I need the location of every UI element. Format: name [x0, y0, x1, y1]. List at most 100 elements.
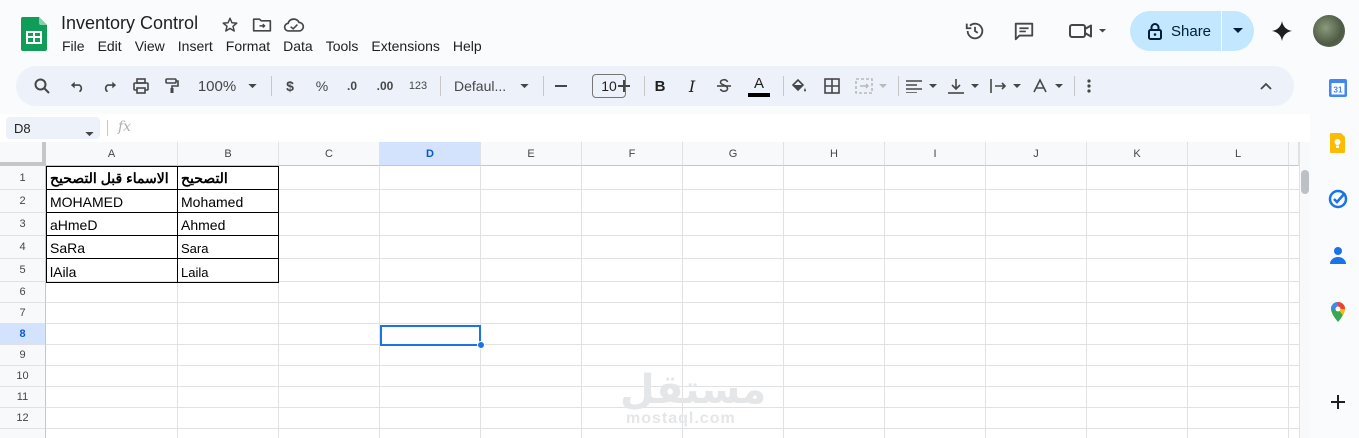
italic-button[interactable]: I [682, 66, 702, 106]
star-icon[interactable] [219, 14, 241, 36]
column-header-h[interactable]: H [784, 142, 885, 166]
account-avatar[interactable] [1313, 15, 1345, 47]
search-menus-icon[interactable] [30, 66, 54, 106]
move-folder-icon[interactable] [251, 14, 273, 36]
select-all-corner[interactable] [0, 142, 46, 166]
menu-edit[interactable]: Edit [98, 38, 122, 54]
cell-a2[interactable]: MOHAMED [46, 189, 178, 213]
font-dropdown-icon[interactable] [517, 66, 531, 106]
column-header-i[interactable]: I [885, 142, 986, 166]
spreadsheet-grid[interactable]: A B C D E F G H I J K L 1 2 3 4 5 6 7 8 … [0, 142, 1299, 438]
horizontal-align-icon[interactable] [904, 66, 940, 106]
contacts-icon[interactable] [1327, 244, 1349, 266]
zoom-dropdown-icon[interactable] [245, 66, 259, 106]
cell-a4[interactable]: SaRa [46, 235, 178, 259]
decrease-decimal-button[interactable]: .0 [342, 66, 362, 106]
column-header-d[interactable]: D [380, 142, 481, 166]
text-color-button[interactable]: A [746, 66, 772, 106]
keep-notes-icon[interactable] [1327, 132, 1349, 154]
collapse-menus-icon[interactable] [1254, 66, 1278, 106]
scrollbar-thumb[interactable] [1301, 170, 1309, 194]
bold-button[interactable]: B [650, 66, 670, 106]
row-header-5[interactable]: 5 [0, 259, 46, 282]
document-title[interactable]: Inventory Control [61, 13, 198, 34]
row-header-7[interactable]: 7 [0, 303, 46, 324]
active-cell-d8[interactable] [380, 325, 481, 346]
tasks-icon[interactable] [1327, 188, 1349, 210]
number-format-button[interactable]: 123 [406, 66, 430, 106]
column-header-c[interactable]: C [279, 142, 380, 166]
menu-format[interactable]: Format [226, 38, 270, 54]
version-history-icon[interactable] [963, 19, 987, 43]
column-header-k[interactable]: K [1087, 142, 1188, 166]
column-header-g[interactable]: G [683, 142, 784, 166]
row-header-11[interactable]: 11 [0, 387, 46, 408]
row-header-13[interactable] [0, 429, 46, 438]
share-dropdown-icon[interactable] [1222, 11, 1254, 51]
comments-icon[interactable] [1012, 19, 1036, 43]
cell-a1[interactable]: الاسماء قبل التصحيح [46, 166, 178, 190]
cell-a5[interactable]: lAila [46, 258, 178, 283]
row-header-9[interactable]: 9 [0, 345, 46, 366]
row-header-2[interactable]: 2 [0, 190, 46, 213]
menu-extensions[interactable]: Extensions [371, 38, 439, 54]
column-header-a[interactable]: A [46, 142, 178, 166]
row-header-3[interactable]: 3 [0, 213, 46, 236]
more-options-icon[interactable] [1079, 66, 1099, 106]
zoom-select[interactable]: 100% [194, 66, 240, 106]
row-header-8[interactable]: 8 [0, 324, 46, 345]
cell-b5[interactable]: Laila [177, 258, 279, 283]
calendar-icon[interactable]: 31 [1327, 77, 1349, 99]
percent-format-button[interactable]: % [312, 66, 332, 106]
cell-b3[interactable]: Ahmed [177, 212, 279, 236]
strikethrough-icon[interactable] [714, 66, 734, 106]
name-box-dropdown-icon[interactable] [85, 125, 94, 140]
row-header-10[interactable]: 10 [0, 366, 46, 387]
print-icon[interactable] [130, 66, 152, 106]
menu-file[interactable]: File [62, 38, 85, 54]
menu-insert[interactable]: Insert [178, 38, 213, 54]
merge-cells-icon[interactable] [854, 66, 890, 106]
vertical-align-icon[interactable] [946, 66, 982, 106]
gemini-sparkle-icon[interactable] [1270, 19, 1294, 43]
column-header-j[interactable]: J [986, 142, 1087, 166]
cell-b2[interactable]: Mohamed [177, 189, 279, 213]
fill-handle[interactable] [477, 341, 485, 349]
redo-icon[interactable] [98, 66, 120, 106]
column-header-b[interactable]: B [178, 142, 279, 166]
menu-data[interactable]: Data [283, 38, 313, 54]
name-box[interactable]: D8 [6, 117, 100, 139]
paint-format-icon[interactable] [161, 66, 183, 106]
decrease-font-size-icon[interactable] [551, 66, 571, 106]
add-addon-icon[interactable] [1327, 391, 1349, 413]
column-header-m[interactable] [1289, 142, 1299, 166]
undo-icon[interactable] [66, 66, 88, 106]
column-header-e[interactable]: E [481, 142, 582, 166]
increase-font-size-icon[interactable] [614, 66, 634, 106]
formula-input[interactable] [145, 118, 1295, 138]
font-family-select[interactable]: Defaul... [451, 66, 513, 106]
row-header-6[interactable]: 6 [0, 282, 46, 303]
borders-icon[interactable] [822, 66, 842, 106]
column-header-l[interactable]: L [1188, 142, 1289, 166]
menu-tools[interactable]: Tools [326, 38, 359, 54]
meet-camera-icon[interactable] [1066, 19, 1110, 43]
menu-view[interactable]: View [135, 38, 165, 54]
maps-icon[interactable] [1327, 301, 1349, 323]
row-header-12[interactable]: 12 [0, 408, 46, 429]
cell-a3[interactable]: aHmeD [46, 212, 178, 236]
increase-decimal-button[interactable]: .00 [373, 66, 397, 106]
column-header-f[interactable]: F [582, 142, 683, 166]
cloud-saved-icon[interactable] [283, 14, 305, 36]
text-wrapping-icon[interactable] [988, 66, 1024, 106]
fill-color-icon[interactable] [788, 66, 810, 106]
vertical-scrollbar[interactable] [1299, 142, 1310, 438]
row-header-1[interactable]: 1 [0, 166, 46, 190]
currency-format-button[interactable]: $ [280, 66, 300, 106]
sheets-logo-icon[interactable] [21, 17, 47, 51]
menu-help[interactable]: Help [453, 38, 482, 54]
row-header-4[interactable]: 4 [0, 236, 46, 259]
share-button[interactable]: Share [1130, 11, 1221, 51]
text-rotation-icon[interactable] [1030, 66, 1066, 106]
cell-b1[interactable]: التصحيح [177, 166, 279, 190]
